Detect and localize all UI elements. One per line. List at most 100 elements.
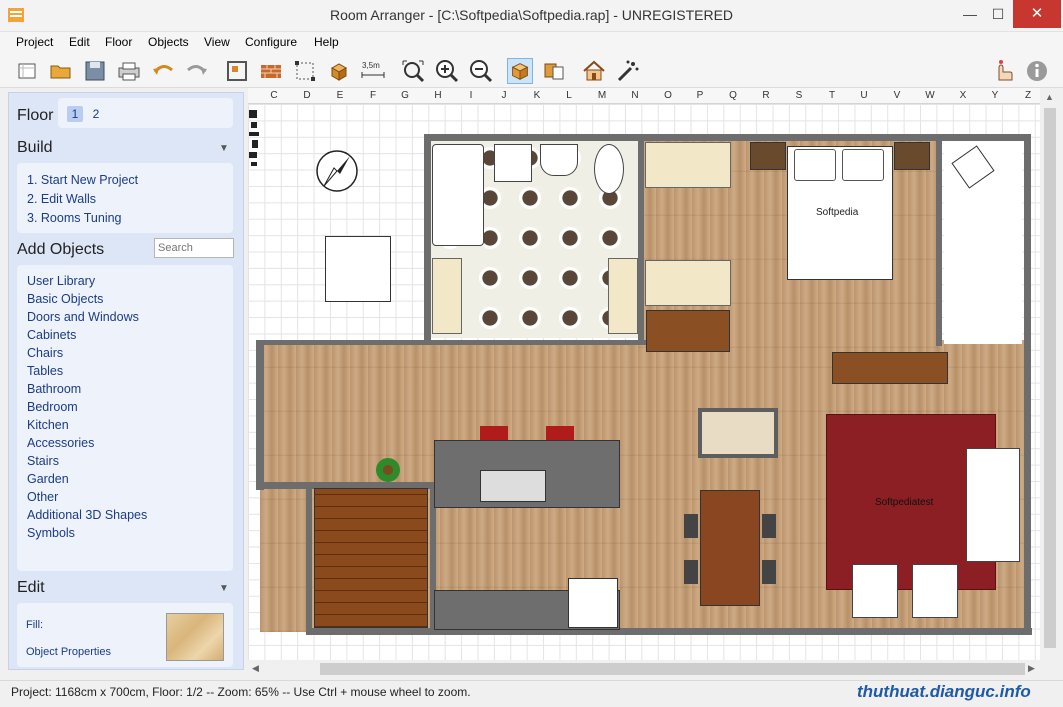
horizontal-scroll-thumb[interactable] xyxy=(320,663,1025,675)
category-accessories[interactable]: Accessories xyxy=(27,436,94,450)
dining-chair-1[interactable] xyxy=(684,514,698,538)
staircase[interactable] xyxy=(314,488,428,628)
category-doors-and-windows[interactable]: Doors and Windows xyxy=(27,310,139,324)
dining-chair-2[interactable] xyxy=(684,560,698,584)
dining-table[interactable] xyxy=(700,490,760,606)
menu-help[interactable]: Help xyxy=(314,35,339,49)
floor-plan-canvas[interactable]: Softpedia Softpediatest xyxy=(248,104,1040,660)
bathtub[interactable] xyxy=(432,144,484,246)
menu-view[interactable]: View xyxy=(204,35,230,49)
edit-collapse-icon[interactable]: ▼ xyxy=(219,583,229,594)
magic-icon[interactable] xyxy=(615,58,641,84)
build-item-edit-walls[interactable]: 2. Edit Walls xyxy=(27,192,96,206)
wardrobe-bottom[interactable] xyxy=(645,260,731,306)
menu-objects[interactable]: Objects xyxy=(148,35,189,49)
floor-tab-1[interactable]: 1 xyxy=(67,106,83,122)
vertical-scroll-thumb[interactable] xyxy=(1044,108,1056,648)
sofa[interactable] xyxy=(966,448,1020,562)
armchair-hall[interactable] xyxy=(950,144,996,190)
undo-icon[interactable] xyxy=(150,58,176,84)
category-garden[interactable]: Garden xyxy=(27,472,69,486)
category-symbols[interactable]: Symbols xyxy=(27,526,75,540)
compass-icon[interactable] xyxy=(314,148,360,194)
category-basic-objects[interactable]: Basic Objects xyxy=(27,292,103,306)
menu-project[interactable]: Project xyxy=(16,35,53,49)
save-icon[interactable] xyxy=(82,58,108,84)
scroll-left-icon[interactable]: ◀ xyxy=(252,663,259,674)
category-other[interactable]: Other xyxy=(27,490,58,504)
scroll-right-icon[interactable]: ▶ xyxy=(1028,663,1035,674)
zoom-out-icon[interactable] xyxy=(468,58,494,84)
build-item-rooms-tuning[interactable]: 3. Rooms Tuning xyxy=(27,211,122,225)
vertical-scrollbar[interactable]: ▲ xyxy=(1041,88,1059,660)
category-tables[interactable]: Tables xyxy=(27,364,63,378)
wall-right[interactable] xyxy=(1024,134,1031,634)
dining-chair-3[interactable] xyxy=(762,514,776,538)
wall-mid[interactable] xyxy=(260,340,660,345)
wall-bath-right[interactable] xyxy=(638,134,644,344)
wall-bed-right[interactable] xyxy=(936,134,942,346)
brick-wall-icon[interactable] xyxy=(258,58,284,84)
new-project-icon[interactable] xyxy=(14,58,40,84)
scroll-up-icon[interactable]: ▲ xyxy=(1045,92,1054,102)
armchair-right[interactable] xyxy=(912,564,958,618)
category-kitchen[interactable]: Kitchen xyxy=(27,418,69,432)
zoom-in-icon[interactable] xyxy=(434,58,460,84)
menu-edit[interactable]: Edit xyxy=(69,35,90,49)
nightstand-right[interactable] xyxy=(894,142,930,170)
build-item-start-new-project[interactable]: 1. Start New Project xyxy=(27,173,138,187)
hand-icon[interactable] xyxy=(990,58,1016,84)
menu-floor[interactable]: Floor xyxy=(105,35,132,49)
house-icon[interactable] xyxy=(581,58,607,84)
toilet[interactable] xyxy=(594,144,624,194)
stove[interactable] xyxy=(568,578,618,628)
close-button[interactable]: ✕ xyxy=(1013,0,1061,28)
print-icon[interactable] xyxy=(116,58,142,84)
bath-cabinet-left[interactable] xyxy=(432,258,462,334)
build-collapse-icon[interactable]: ▼ xyxy=(219,143,229,154)
select-area-icon[interactable] xyxy=(292,58,318,84)
tv-console[interactable] xyxy=(832,352,948,384)
bar-stool-2[interactable] xyxy=(546,426,574,440)
category-cabinets[interactable]: Cabinets xyxy=(27,328,76,342)
desk[interactable] xyxy=(646,310,730,352)
armchair-center[interactable] xyxy=(698,408,778,458)
kitchen-sink[interactable] xyxy=(480,470,546,502)
category-bathroom[interactable]: Bathroom xyxy=(27,382,81,396)
bath-cabinet-right[interactable] xyxy=(608,258,638,334)
horizontal-scrollbar[interactable]: ◀ ▶ xyxy=(248,660,1040,678)
square-object[interactable] xyxy=(325,236,391,302)
armchair-left[interactable] xyxy=(852,564,898,618)
washbasin[interactable] xyxy=(540,144,578,176)
category-additional-3d-shapes[interactable]: Additional 3D Shapes xyxy=(27,508,147,522)
bed[interactable]: Softpedia xyxy=(787,146,893,280)
measure-icon[interactable]: 3,5m xyxy=(360,58,386,84)
wall-stair-left[interactable] xyxy=(306,482,312,632)
category-stairs[interactable]: Stairs xyxy=(27,454,59,468)
wall-bottom[interactable] xyxy=(306,628,1032,635)
object-properties-link[interactable]: Object Properties xyxy=(26,646,111,658)
bathroom-sink[interactable] xyxy=(494,144,532,182)
nightstand-left[interactable] xyxy=(750,142,786,170)
wardrobe-top[interactable] xyxy=(645,142,731,188)
category-user-library[interactable]: User Library xyxy=(27,274,95,288)
minimize-button[interactable]: — xyxy=(955,0,985,28)
floor-tab-2[interactable]: 2 xyxy=(88,106,104,122)
wall-left[interactable] xyxy=(256,340,264,490)
3d-view-icon[interactable] xyxy=(541,58,567,84)
redo-icon[interactable] xyxy=(184,58,210,84)
edit-walls-icon[interactable] xyxy=(224,58,250,84)
3d-box-icon[interactable] xyxy=(507,58,533,84)
fill-swatch[interactable] xyxy=(166,613,224,661)
zoom-fit-icon[interactable] xyxy=(400,58,426,84)
wall-bath-left[interactable] xyxy=(424,134,431,340)
maximize-button[interactable]: ☐ xyxy=(983,0,1013,28)
open-folder-icon[interactable] xyxy=(48,58,74,84)
info-icon[interactable] xyxy=(1024,58,1050,84)
dining-chair-4[interactable] xyxy=(762,560,776,584)
objects-icon[interactable] xyxy=(326,58,352,84)
search-input[interactable] xyxy=(154,238,234,258)
category-chairs[interactable]: Chairs xyxy=(27,346,63,360)
category-bedroom[interactable]: Bedroom xyxy=(27,400,78,414)
menu-configure[interactable]: Configure xyxy=(245,35,297,49)
